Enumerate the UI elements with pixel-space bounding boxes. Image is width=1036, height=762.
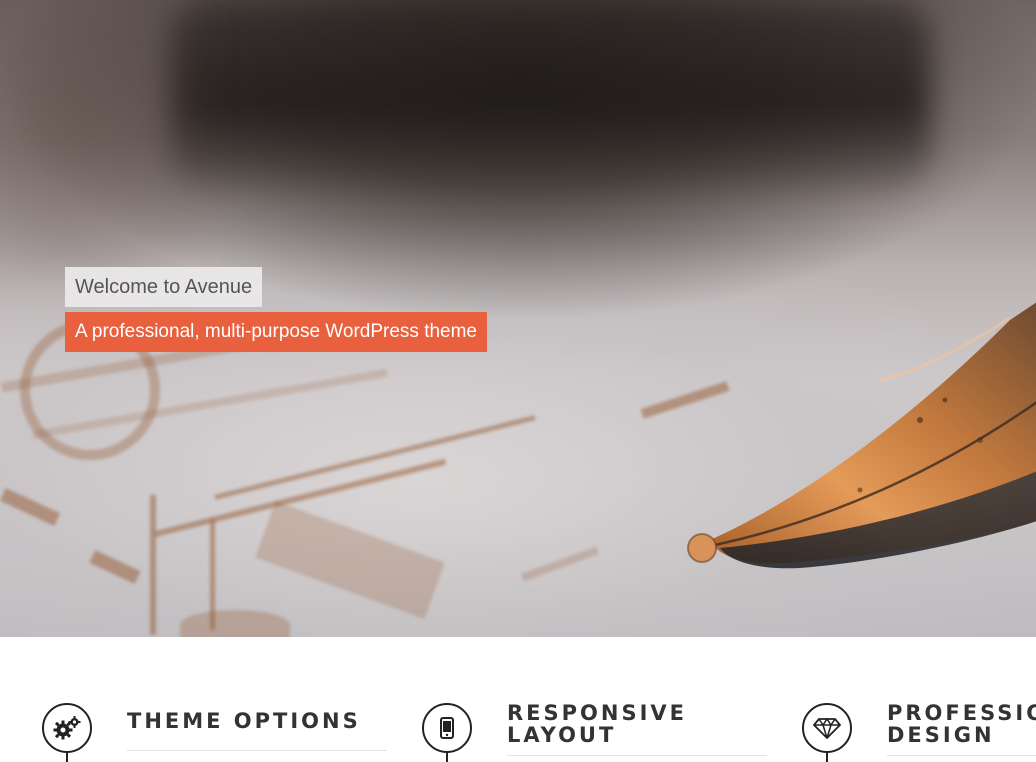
feature-divider	[507, 755, 767, 756]
feature-divider	[887, 755, 1036, 756]
feature-professional-design: PROFESSIONAL DESIGN	[802, 637, 1036, 762]
feature-title: THEME OPTIONS	[127, 709, 361, 733]
hero-welcome-text: Welcome to Avenue	[65, 267, 263, 307]
hero-slider: Welcome to Avenue A professional, multi-…	[0, 0, 1036, 637]
pen-nib-image	[687, 302, 1036, 569]
features-section: THEME OPTIONS RESPONSIVE LAYOUT PROFESSI…	[0, 637, 1036, 762]
hero-tagline: A professional, multi-purpose WordPress …	[65, 312, 487, 352]
feature-theme-options: THEME OPTIONS	[42, 637, 402, 762]
mobile-icon	[422, 703, 472, 753]
feature-responsive-layout: RESPONSIVE LAYOUT	[422, 637, 782, 762]
feature-divider	[127, 750, 387, 751]
hero-caption: Welcome to Avenue A professional, multi-…	[65, 267, 487, 352]
diamond-icon	[802, 703, 852, 753]
gears-icon	[42, 703, 92, 753]
feature-title: PROFESSIONAL DESIGN	[887, 701, 1036, 747]
feature-title: RESPONSIVE LAYOUT	[507, 701, 687, 747]
